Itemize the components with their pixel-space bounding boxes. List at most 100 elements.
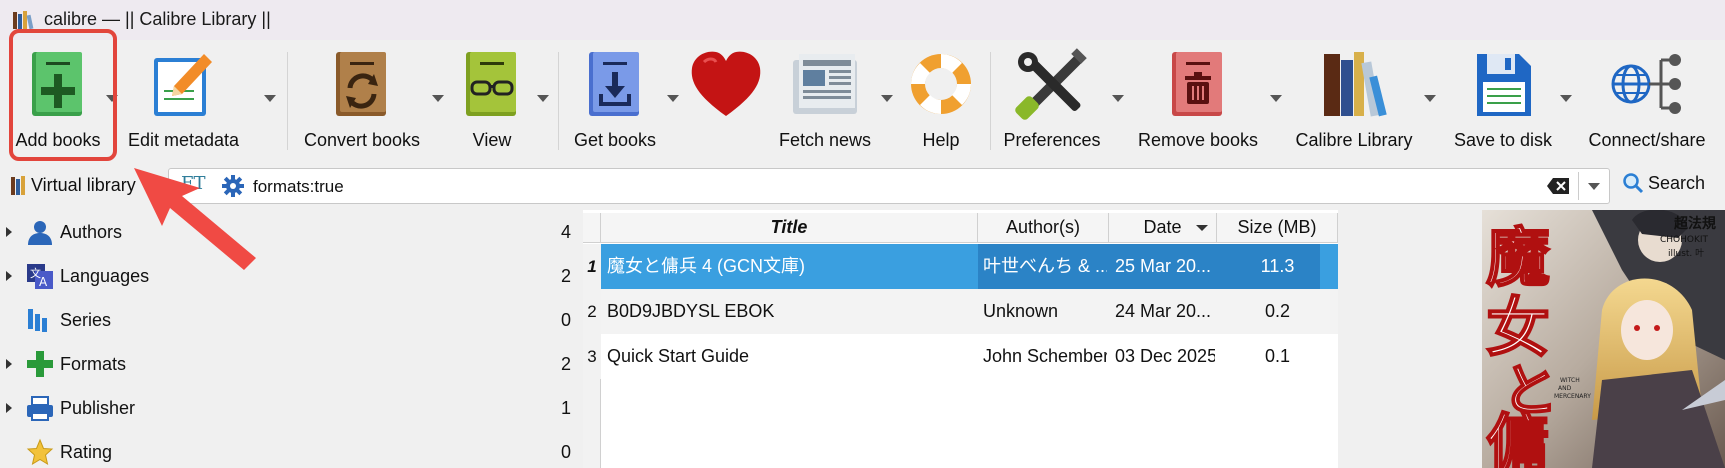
expand-arrow-icon[interactable] [6, 227, 12, 237]
table-row[interactable]: 3 Quick Start Guide John Schember 03 Dec… [583, 334, 1338, 379]
remove-books-dropdown[interactable] [1270, 95, 1282, 102]
expand-arrow-icon[interactable] [6, 403, 12, 413]
cell-title[interactable]: Quick Start Guide [607, 334, 977, 379]
column-header-date-label: Date [1143, 217, 1182, 237]
main-toolbar: Add books Edit metadata Convert books Vi… [0, 40, 1725, 160]
publisher-icon [27, 396, 53, 421]
table-row[interactable]: 2 B0D9JBDYSL EBOK Unknown 24 Mar 20... 0… [583, 289, 1338, 334]
book-table: Title Author(s) Date Size (MB) 1 魔女と傭兵 4… [583, 210, 1338, 468]
remove-book-icon [1172, 52, 1222, 116]
tag-item-label: Formats [60, 354, 127, 374]
fetch-news-button[interactable]: Fetch news [772, 40, 878, 160]
series-icon [28, 309, 47, 332]
book-cover-preview[interactable]: 魔 女 と 傭 超法規 CHOHOKIT illust. 叶 WITCH AND… [1482, 209, 1725, 468]
help-button[interactable]: Help [904, 40, 978, 160]
search-button[interactable]: Search [1622, 172, 1705, 194]
tag-item-rating[interactable]: Rating 0 [0, 430, 578, 468]
calibre-library-label: Calibre Library [1295, 130, 1413, 150]
tag-item-label: Series [60, 310, 112, 330]
virtual-library-button[interactable]: Virtual library [10, 172, 136, 198]
cell-size[interactable]: 11.3 [1217, 244, 1338, 289]
cell-date[interactable]: 25 Mar 20... [1115, 244, 1215, 289]
help-label: Help [922, 130, 960, 150]
table-row[interactable]: 1 魔女と傭兵 4 (GCN文庫) 叶世べんち & ... 25 Mar 20.… [583, 244, 1338, 289]
expand-arrow-icon[interactable] [6, 271, 12, 281]
tag-item-formats[interactable]: Formats 2 [0, 342, 578, 386]
get-books-label: Get books [573, 130, 657, 150]
tag-item-languages[interactable]: 文 A Languages 2 [0, 254, 578, 298]
edit-metadata-label: Edit metadata [128, 130, 240, 150]
edit-metadata-button[interactable]: Edit metadata [128, 40, 240, 160]
view-button[interactable]: View [452, 40, 532, 160]
search-input[interactable]: FT formats:true [168, 168, 1610, 204]
tag-item-publisher[interactable]: Publisher 1 [0, 386, 578, 430]
cell-authors[interactable]: 叶世べんち & ... [983, 244, 1107, 289]
row-number: 3 [583, 334, 601, 379]
search-button-label: Search [1648, 172, 1706, 193]
cell-size[interactable]: 0.1 [1217, 334, 1338, 379]
tag-item-label: Publisher [60, 398, 136, 418]
svg-text:illust. 叶: illust. 叶 [1668, 248, 1704, 259]
cell-title[interactable]: 魔女と傭兵 4 (GCN文庫) [607, 244, 977, 289]
language-icon: 文 A [27, 264, 53, 289]
column-header-title[interactable]: Title [601, 213, 978, 243]
virtual-library-label: Virtual library [31, 174, 136, 195]
convert-books-button[interactable]: Convert books [300, 40, 424, 160]
save-to-disk-button[interactable]: Save to disk [1444, 40, 1562, 160]
tag-item-label: Languages [60, 266, 150, 286]
gear-icon[interactable] [222, 175, 244, 197]
convert-books-label: Convert books [303, 130, 421, 150]
plus-icon [27, 351, 53, 377]
remove-books-button[interactable]: Remove books [1134, 40, 1262, 160]
row-number: 2 [583, 289, 601, 334]
full-text-search-button[interactable]: FT [181, 173, 206, 194]
convert-books-dropdown[interactable] [432, 95, 444, 102]
preferences-button[interactable]: Preferences [1002, 40, 1102, 160]
clear-search-icon[interactable] [1547, 178, 1569, 194]
get-books-dropdown[interactable] [667, 95, 679, 102]
cell-date[interactable]: 24 Mar 20... [1115, 289, 1215, 334]
svg-text:AND: AND [1558, 385, 1572, 392]
cover-image: 魔 女 と 傭 超法規 CHOHOKIT illust. 叶 WITCH AND… [1482, 209, 1725, 468]
search-dropdown-separator [1578, 172, 1579, 200]
floppy-disk-icon [1477, 54, 1531, 116]
cell-date[interactable]: 03 Dec 2025 [1115, 334, 1215, 379]
search-history-dropdown[interactable] [1588, 183, 1600, 190]
column-header-date[interactable]: Date [1109, 213, 1217, 243]
cell-authors[interactable]: Unknown [983, 289, 1107, 334]
preferences-label: Preferences [1003, 130, 1101, 150]
svg-text:超法規: 超法規 [1673, 215, 1716, 232]
tag-item-count: 0 [560, 442, 571, 462]
get-books-button[interactable]: Get books [570, 40, 660, 160]
get-books-icon [589, 52, 639, 116]
remove-books-label: Remove books [1137, 130, 1259, 150]
expand-arrow-icon[interactable] [6, 359, 12, 369]
connect-share-button[interactable]: Connect/share [1582, 40, 1712, 160]
cell-size[interactable]: 0.2 [1217, 289, 1338, 334]
tag-item-count: 0 [560, 310, 571, 330]
calibre-library-dropdown[interactable] [1424, 95, 1436, 102]
save-to-disk-label: Save to disk [1453, 130, 1553, 150]
fetch-news-dropdown[interactable] [881, 95, 893, 102]
window-title: calibre — || Calibre Library || [44, 9, 271, 29]
tag-item-count: 2 [560, 266, 571, 286]
tag-item-count: 4 [560, 222, 571, 242]
fetch-news-label: Fetch news [778, 130, 872, 150]
search-row: Virtual library FT formats:true Search [0, 162, 1725, 208]
tag-item-series[interactable]: Series 0 [0, 298, 578, 342]
tag-item-authors[interactable]: Authors 4 [0, 210, 578, 254]
tag-item-label: Rating [60, 442, 113, 462]
library-books-icon [1324, 52, 1387, 117]
preferences-dropdown[interactable] [1112, 95, 1124, 102]
cell-title[interactable]: B0D9JBDYSL EBOK [607, 289, 977, 334]
cell-authors[interactable]: John Schember [983, 334, 1107, 379]
calibre-app-icon [13, 11, 34, 30]
calibre-library-button[interactable]: Calibre Library [1290, 40, 1418, 160]
save-to-disk-dropdown[interactable] [1560, 95, 1572, 102]
donate-button[interactable] [688, 40, 764, 160]
column-header-size[interactable]: Size (MB) [1217, 213, 1338, 243]
column-header-authors[interactable]: Author(s) [978, 213, 1109, 243]
view-book-icon [466, 52, 516, 116]
view-dropdown[interactable] [537, 95, 549, 102]
edit-metadata-dropdown[interactable] [264, 95, 276, 102]
